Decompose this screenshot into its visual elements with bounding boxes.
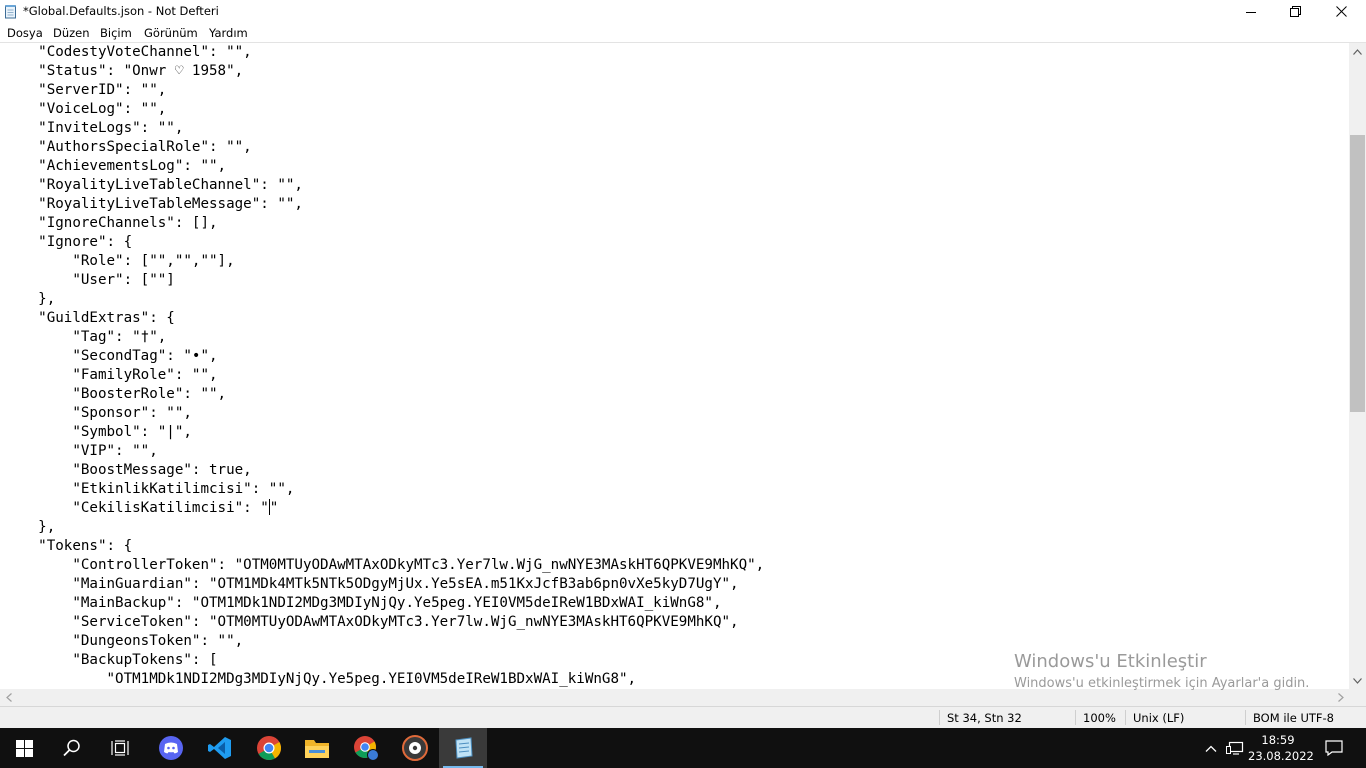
- chevron-down-icon: [1353, 677, 1362, 684]
- caret-line-end: ": [269, 500, 279, 516]
- taskbar-file-explorer[interactable]: [293, 728, 341, 768]
- window-title: *Global.Defaults.json - Not Defteri: [23, 4, 219, 18]
- caret-line-start: "CekilisKatilimcisi": ": [4, 500, 269, 516]
- menu-edit[interactable]: Düzen: [53, 26, 90, 40]
- taskbar-discord[interactable]: [147, 728, 195, 768]
- restore-icon: [1289, 6, 1301, 17]
- scrollbar-corner: [1349, 689, 1366, 706]
- media-player-icon: [402, 735, 428, 761]
- taskbar-clock[interactable]: 18:59 23.08.2022: [1248, 732, 1314, 764]
- vertical-scroll-thumb[interactable]: [1350, 135, 1365, 412]
- taskbar-notepad[interactable]: [439, 728, 487, 768]
- network-icon: [1226, 741, 1244, 755]
- scroll-up-button[interactable]: [1349, 43, 1366, 60]
- start-icon: [15, 739, 33, 757]
- task-view-button[interactable]: [96, 728, 144, 768]
- file-explorer-icon: [305, 740, 329, 758]
- start-button[interactable]: [0, 728, 48, 768]
- status-divider: [1075, 710, 1076, 725]
- status-bar: St 34, Stn 32 100% Unix (LF) BOM ile UTF…: [0, 706, 1366, 728]
- notepad-app-icon: [5, 5, 16, 19]
- clock-time: 18:59: [1261, 733, 1295, 747]
- chevron-left-icon: [5, 693, 12, 702]
- menu-help[interactable]: Yardım: [209, 26, 248, 40]
- network-button[interactable]: [1224, 728, 1246, 768]
- minimize-icon: [1246, 11, 1256, 13]
- notification-button[interactable]: [1318, 728, 1350, 768]
- encoding: BOM ile UTF-8: [1253, 711, 1334, 725]
- chrome-profile-icon: [354, 736, 379, 761]
- taskbar-media-player[interactable]: [391, 728, 439, 768]
- minimize-button[interactable]: [1228, 0, 1274, 23]
- menu-format[interactable]: Biçim: [100, 26, 132, 40]
- status-divider: [939, 710, 940, 725]
- editor-content[interactable]: "CodestyVoteChannel": "", "Status": "Onw…: [4, 43, 764, 689]
- status-divider: [1125, 710, 1126, 725]
- notepad-icon: [455, 737, 473, 759]
- chevron-up-icon: [1205, 745, 1217, 752]
- menu-bar: Dosya Düzen Biçim Görünüm Yardım: [0, 23, 1366, 42]
- taskbar-chrome[interactable]: [245, 728, 293, 768]
- horizontal-scrollbar[interactable]: [0, 689, 1349, 706]
- line-ending: Unix (LF): [1133, 711, 1185, 725]
- zoom-level: 100%: [1083, 711, 1116, 725]
- title-bar[interactable]: *Global.Defaults.json - Not Defteri: [0, 0, 1366, 23]
- status-divider: [1245, 710, 1246, 725]
- scroll-right-button[interactable]: [1332, 689, 1349, 706]
- text-editor[interactable]: "CodestyVoteChannel": "", "Status": "Onw…: [0, 43, 1349, 689]
- cursor-position: St 34, Stn 32: [947, 711, 1022, 725]
- menu-file[interactable]: Dosya: [7, 26, 43, 40]
- menu-view[interactable]: Görünüm: [144, 26, 198, 40]
- close-icon: [1335, 6, 1347, 17]
- task-view-icon: [111, 740, 129, 756]
- scroll-left-button[interactable]: [0, 689, 17, 706]
- chrome-icon: [257, 736, 282, 761]
- search-icon: [63, 739, 80, 757]
- scroll-down-button[interactable]: [1349, 672, 1366, 689]
- clock-date: 23.08.2022: [1248, 749, 1314, 763]
- editor-lines-after-caret: }, "Tokens": { "ControllerToken": "OTM0M…: [38, 519, 765, 687]
- chevron-up-icon: [1353, 48, 1362, 55]
- discord-icon: [159, 736, 183, 760]
- editor-lines-before-caret: "CodestyVoteChannel": "", "Status": "Onw…: [38, 44, 303, 497]
- restore-button[interactable]: [1272, 0, 1318, 23]
- taskbar-chrome-profile[interactable]: [342, 728, 390, 768]
- vertical-scrollbar[interactable]: [1349, 43, 1366, 689]
- vscode-icon: [208, 737, 231, 759]
- taskbar-vscode[interactable]: [196, 728, 244, 768]
- chevron-right-icon: [1337, 693, 1344, 702]
- notification-icon: [1325, 740, 1343, 756]
- search-button[interactable]: [48, 728, 96, 768]
- show-hidden-icons-button[interactable]: [1202, 728, 1220, 768]
- taskbar: 18:59 23.08.2022: [0, 728, 1366, 768]
- close-button[interactable]: [1318, 0, 1364, 23]
